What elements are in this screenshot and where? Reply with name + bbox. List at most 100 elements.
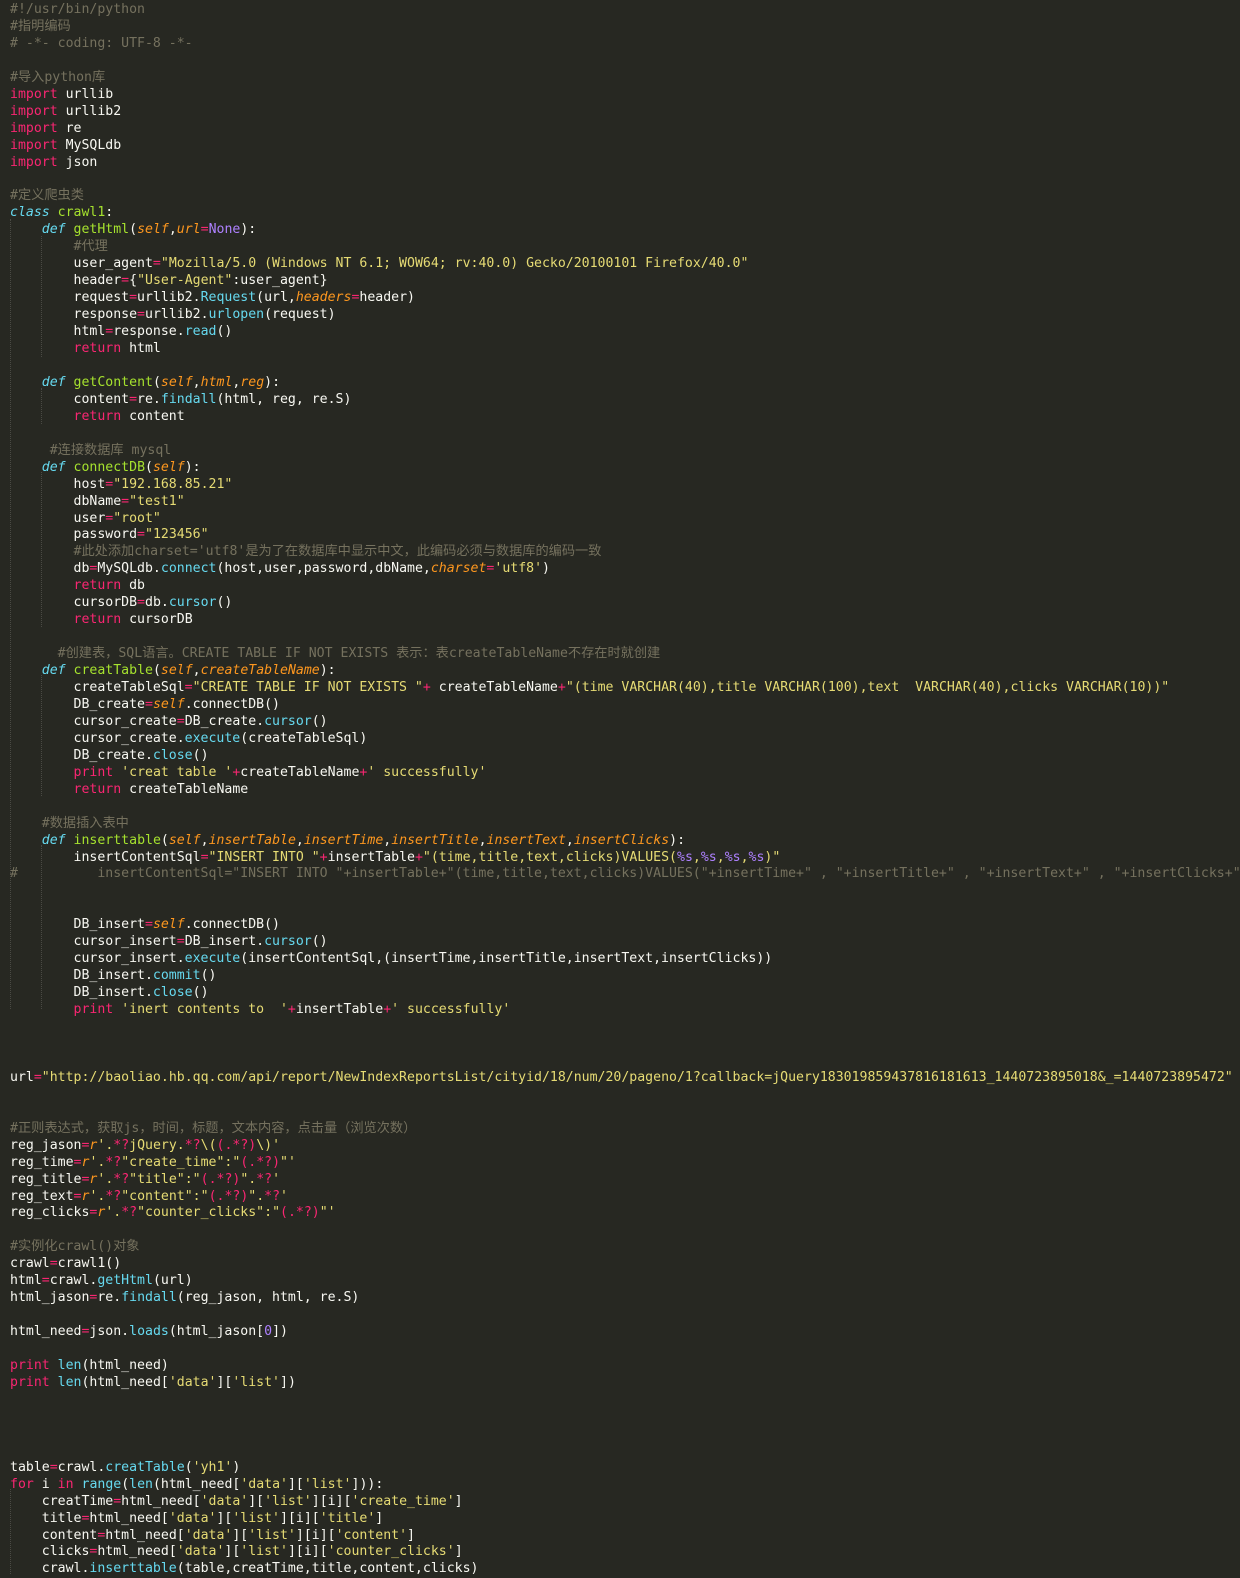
code-token: :user_agent}	[232, 273, 328, 289]
code-line: createTableSql="CREATE TABLE IF NOT EXIS…	[10, 679, 1170, 696]
code-token: ][i][	[311, 1493, 352, 1509]
code-line: db=MySQLdb.connect(host,user,password,db…	[10, 560, 550, 577]
code-token: =	[49, 1459, 58, 1475]
code-token: cursor	[264, 713, 312, 729]
code-line: #数据插入表中	[10, 815, 129, 832]
code-token: len	[57, 1374, 82, 1390]
code-token: table	[10, 1459, 50, 1475]
code-token: "content":"	[121, 1188, 209, 1204]
code-token: 'create_time'	[351, 1493, 455, 1509]
code-token: cursor_create.	[10, 730, 185, 746]
code-token: "create_time":"	[121, 1154, 241, 1170]
code-token: cursorDB	[121, 612, 193, 628]
code-token: =	[137, 595, 145, 611]
code-token: (.*?)	[216, 1137, 257, 1153]
code-token: '.	[89, 1188, 106, 1204]
code-token: for	[10, 1476, 34, 1492]
code-token: ][	[232, 1527, 249, 1543]
code-token: reg	[240, 374, 265, 390]
code-token: #指明编码	[10, 18, 71, 34]
code-editor[interactable]: #!/usr/bin/python #指明编码 # -*- coding: UTF-…	[0, 0, 1240, 1578]
code-token: ,	[168, 222, 177, 238]
code-token: re.	[97, 1290, 122, 1306]
code-token: *?	[264, 1188, 281, 1204]
code-token: 'data'	[168, 1510, 217, 1526]
code-line: return content	[10, 408, 185, 425]
code-token: "CREATE TABLE IF NOT EXISTS "	[192, 680, 423, 695]
code-line: import urllib2	[10, 103, 121, 120]
code-token: insertTime	[303, 832, 384, 848]
code-token: self	[152, 917, 185, 933]
code-token: #导入python库	[10, 69, 106, 85]
code-token: MySQLdb	[57, 137, 122, 153]
code-token: reg_time	[10, 1154, 74, 1170]
code-line: reg_jason=r'.*?jQuery.*?\((.*?)\)'	[10, 1137, 280, 1154]
code-token: +	[319, 849, 328, 865]
code-line: crawl=crawl1()	[10, 1255, 121, 1272]
code-line: url="http://baoliao.hb.qq.com/api/report…	[10, 1069, 1233, 1086]
code-token: return	[73, 408, 122, 424]
code-line: # -*- coding: UTF-8 -*-	[10, 35, 193, 52]
code-token: =	[121, 273, 130, 289]
code-token: response	[10, 307, 138, 323]
code-token: =	[137, 527, 145, 543]
code-token: ][i][	[280, 1510, 320, 1526]
code-token: 'list'	[240, 1544, 288, 1560]
code-token: ()	[200, 968, 217, 984]
code-line: import re	[10, 120, 81, 137]
code-token: (url,	[256, 290, 296, 306]
code-token: )"	[764, 849, 781, 865]
code-line: DB_insert.close()	[10, 984, 209, 1001]
code-token: (html_need[	[152, 1476, 241, 1492]
code-token: def	[41, 459, 66, 475]
code-line: return createTableName	[10, 781, 249, 798]
code-token: ):	[319, 663, 336, 679]
code-line: user="root"	[10, 510, 161, 527]
code-token: self	[152, 696, 185, 712]
code-line: class crawl1:	[10, 204, 113, 221]
code-line: DB_create=self.connectDB()	[10, 696, 280, 713]
code-token: 'list'	[264, 1493, 312, 1509]
code-line: #定义爬虫类	[10, 187, 84, 204]
code-token: re.	[137, 391, 161, 407]
code-line: # insertContentSql="INSERT INTO "+insert…	[10, 865, 1240, 882]
code-line: request=urllib2.Request(url,headers=head…	[10, 289, 415, 306]
code-token: crawl	[10, 1256, 50, 1272]
code-token: ][	[248, 1493, 265, 1509]
code-token: #此处添加charset='utf8'是为了在数据库中显示中文，此编码必须与数据…	[73, 544, 602, 560]
code-token: i	[33, 1476, 58, 1492]
code-token: #创建表，SQL语言。CREATE TABLE IF NOT EXISTS 表示…	[57, 646, 661, 662]
code-token: '	[280, 1188, 288, 1204]
code-token: creatTime	[10, 1493, 114, 1509]
code-token: DB_create.	[184, 713, 265, 729]
code-token: html_need	[10, 1324, 82, 1340]
code-token: "(time VARCHAR(40),title VARCHAR(100),te…	[565, 680, 1170, 695]
code-token: self	[160, 663, 193, 679]
code-token: ])	[280, 1374, 296, 1390]
code-token: html_need[	[121, 1493, 201, 1509]
code-token: =	[152, 256, 161, 272]
code-token: reg_title	[10, 1171, 82, 1187]
code-token: reg_text	[10, 1188, 74, 1204]
code-token: return	[73, 612, 122, 628]
code-token: ][i][	[295, 1527, 336, 1543]
code-line: def getContent(self,html,reg):	[10, 374, 280, 391]
code-line: print 'creat table '+createTableName+' s…	[10, 764, 487, 781]
code-line: crawl.inserttable(table,creatTime,title,…	[10, 1560, 479, 1577]
code-token: urllib2.	[145, 307, 209, 323]
code-token: title	[10, 1510, 82, 1526]
code-token: db.	[145, 595, 169, 611]
code-token: =	[144, 917, 153, 933]
code-token: None	[208, 222, 241, 238]
code-token: "'	[319, 1205, 336, 1221]
code-line: return cursorDB	[10, 611, 193, 628]
code-line: reg_clicks=r'.*?"counter_clicks":"(.*?)"…	[10, 1204, 336, 1221]
code-token: #连接数据库 mysql	[49, 442, 172, 458]
code-token: ):	[184, 459, 201, 475]
code-token: *?	[121, 1205, 138, 1221]
